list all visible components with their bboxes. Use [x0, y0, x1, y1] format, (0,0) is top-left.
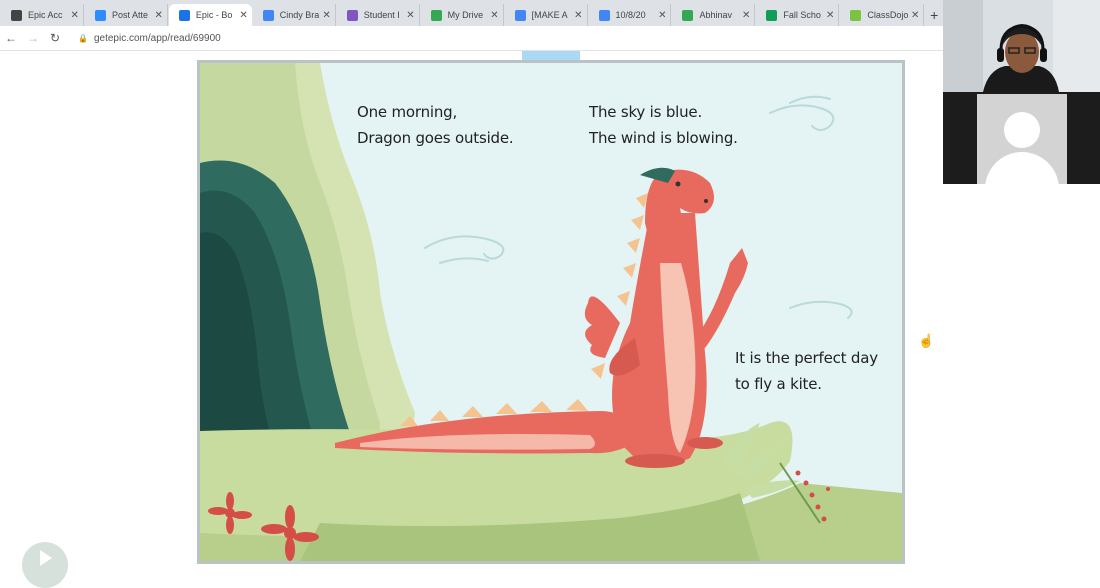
new-tab-button[interactable]: +	[924, 4, 944, 26]
story-line: The wind is blowing.	[589, 129, 738, 147]
story-line: Dragon goes outside.	[357, 129, 514, 147]
tab-title: Student I	[363, 10, 400, 20]
browser-tab-9[interactable]: Abhinav ✕	[672, 4, 756, 26]
tab-title: Cindy Bra	[279, 10, 320, 20]
close-icon[interactable]: ✕	[71, 10, 79, 21]
story-text-bottom: It is the perfect day to fly a kite.	[735, 345, 878, 397]
hand-cursor-icon: ☝	[918, 333, 935, 348]
browser-tab-8[interactable]: 10/8/20 ✕	[589, 4, 672, 26]
lock-icon: 🔒	[78, 33, 88, 43]
drive-icon	[430, 9, 442, 21]
tab-title: Post Atte	[111, 10, 148, 20]
reload-icon[interactable]: ↻	[44, 31, 66, 45]
address-bar[interactable]: 🔒 getepic.com/app/read/69900	[78, 33, 221, 44]
sheets-icon	[766, 9, 778, 21]
book-page: One morning, Dragon goes outside. The sk…	[197, 60, 905, 564]
person-icon	[1004, 112, 1040, 148]
tab-title: My Drive	[447, 10, 484, 20]
tab-title: Fall Scho	[783, 10, 821, 20]
close-icon[interactable]: ✕	[658, 10, 666, 21]
close-icon[interactable]: ✕	[911, 10, 919, 21]
close-icon[interactable]: ✕	[406, 10, 414, 21]
tab-title: Epic Acc	[28, 10, 63, 20]
tab-title: Epic - Bo	[195, 10, 233, 20]
close-icon[interactable]: ✕	[742, 10, 750, 21]
tab-strip: Epic Acc ✕ Post Atte ✕ Epic - Bo ✕ Cindy…	[0, 0, 944, 26]
classdojo-icon	[850, 9, 862, 21]
docs-icon	[598, 9, 610, 21]
browser-tab-10[interactable]: Fall Scho ✕	[756, 4, 840, 26]
forward-icon[interactable]: →	[22, 31, 44, 45]
story-text-left: One morning, Dragon goes outside.	[357, 99, 514, 151]
docs-icon	[262, 9, 274, 21]
close-icon[interactable]: ✕	[322, 10, 330, 21]
browser-toolbar: ← → ↻ 🔒 getepic.com/app/read/69900	[0, 26, 944, 51]
story-line: It is the perfect day	[735, 349, 878, 367]
close-icon[interactable]: ✕	[574, 10, 582, 21]
story-line: One morning,	[357, 103, 458, 121]
webcam-video	[943, 0, 1100, 92]
browser-tab-4[interactable]: Cindy Bra ✕	[253, 4, 336, 26]
tab-title: Abhinav	[699, 10, 733, 20]
story-line: The sky is blue.	[589, 103, 703, 121]
tab-title: ClassDojo	[867, 10, 908, 20]
close-icon[interactable]: ✕	[826, 10, 834, 21]
story-text-right: The sky is blue. The wind is blowing.	[589, 99, 738, 151]
epic-icon	[11, 9, 22, 21]
browser-tab-5[interactable]: Student I ✕	[337, 4, 420, 26]
participant-avatar	[977, 94, 1067, 184]
docs-icon	[514, 9, 526, 21]
forms-icon	[346, 9, 358, 21]
close-icon[interactable]: ✕	[239, 10, 247, 21]
tab-title: 10/8/20	[615, 10, 646, 20]
browser-tab-3[interactable]: Epic - Bo ✕	[168, 4, 252, 26]
browser-tab-1[interactable]: Epic Acc ✕	[1, 4, 84, 26]
close-icon[interactable]: ✕	[490, 10, 498, 21]
play-audio-button[interactable]	[22, 542, 68, 588]
tab-title: [MAKE A	[531, 10, 568, 20]
close-icon[interactable]: ✕	[154, 10, 162, 21]
url-text: getepic.com/app/read/69900	[93, 32, 221, 44]
story-line: to fly a kite.	[735, 375, 822, 393]
browser-tab-6[interactable]: My Drive ✕	[421, 4, 504, 26]
epic-icon	[178, 9, 190, 21]
drive-icon	[682, 9, 694, 21]
video-call-panel	[943, 0, 1100, 184]
dragon-illustration	[200, 63, 902, 561]
back-icon[interactable]: ←	[0, 31, 22, 45]
zoom-icon	[94, 9, 106, 21]
browser-tab-2[interactable]: Post Atte ✕	[85, 4, 168, 26]
browser-tab-11[interactable]: ClassDojo ✕	[840, 4, 925, 26]
browser-tab-7[interactable]: [MAKE A ✕	[505, 4, 588, 26]
